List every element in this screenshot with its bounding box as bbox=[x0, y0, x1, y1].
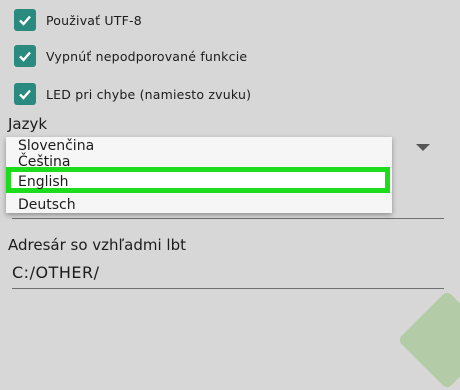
checkbox-label-unsupported: Vypnúť nepodporované funkcie bbox=[46, 48, 248, 64]
language-option-slovencina[interactable]: Slovenčina bbox=[18, 138, 94, 154]
checkbox-row-led[interactable]: LED pri chybe (namiesto zvuku) bbox=[14, 81, 251, 107]
checkbox-row-utf8[interactable]: Použivať UTF-8 bbox=[14, 7, 142, 33]
path-underline bbox=[12, 288, 444, 289]
language-dropdown[interactable]: Slovenčina Čeština Deutsch English bbox=[6, 137, 392, 213]
corner-decoration bbox=[397, 290, 460, 390]
language-option-english-selected[interactable]: English bbox=[6, 167, 390, 193]
language-option-deutsch[interactable]: Deutsch bbox=[18, 197, 76, 213]
checkbox-utf8[interactable] bbox=[14, 9, 36, 31]
path-label: Adresár so vzhľadmi lbt bbox=[8, 236, 187, 254]
checkbox-label-led: LED pri chybe (namiesto zvuku) bbox=[46, 86, 252, 102]
path-input[interactable]: C:/OTHER/ bbox=[12, 263, 99, 282]
checkbox-unsupported[interactable] bbox=[14, 45, 36, 67]
check-icon bbox=[19, 89, 31, 100]
check-icon bbox=[19, 15, 31, 26]
checkbox-row-unsupported[interactable]: Vypnúť nepodporované funkcie bbox=[14, 43, 247, 69]
check-icon bbox=[19, 51, 31, 62]
language-label: Jazyk bbox=[8, 115, 48, 133]
language-underline bbox=[12, 218, 444, 219]
caret-down-icon[interactable] bbox=[416, 144, 430, 151]
checkbox-label-utf8: Použivať UTF-8 bbox=[46, 12, 142, 28]
checkbox-led[interactable] bbox=[14, 83, 36, 105]
language-option-english-label: English bbox=[18, 174, 69, 190]
